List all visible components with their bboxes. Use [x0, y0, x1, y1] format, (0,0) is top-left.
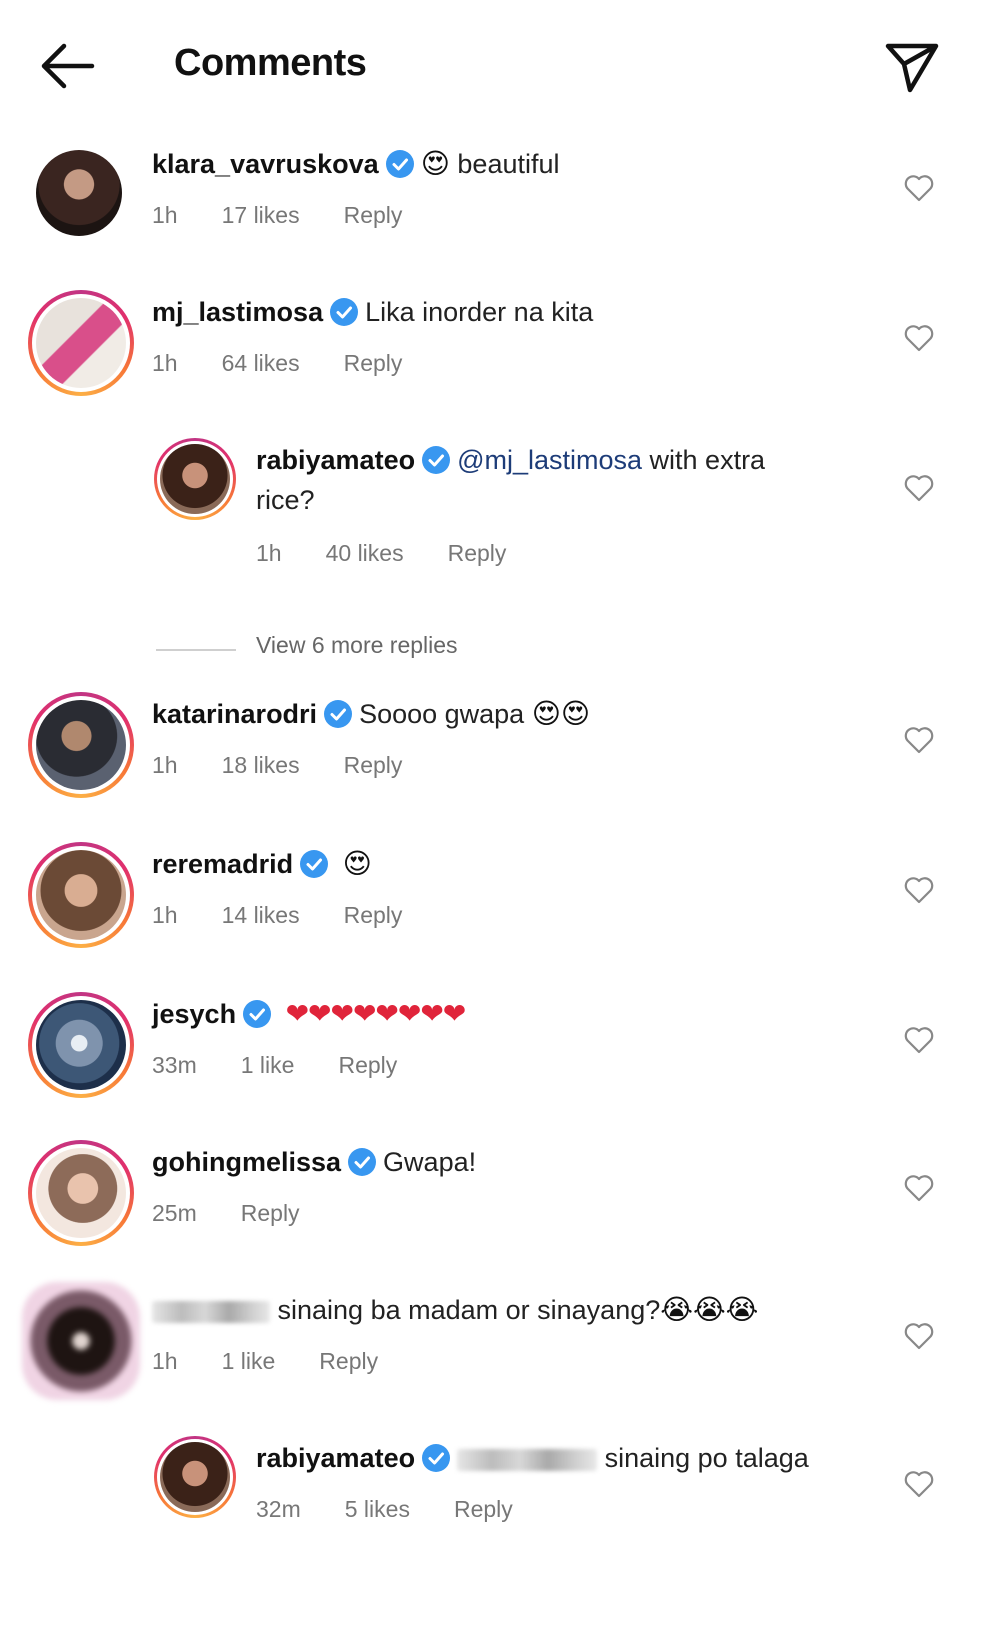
comment-username[interactable]: katarinarodri: [152, 699, 317, 729]
reply-button[interactable]: Reply: [319, 1348, 378, 1374]
view-more-replies-label: View 6 more replies: [256, 632, 458, 658]
mention-link[interactable]: @mj_lastimosa: [457, 445, 642, 475]
reply-button[interactable]: Reply: [344, 902, 403, 928]
comment-username[interactable]: gohingmelissa: [152, 1147, 341, 1177]
heart-icon[interactable]: [904, 174, 934, 202]
comment-text: sinaing po talaga: [604, 1443, 809, 1473]
page-title: Comments: [174, 42, 367, 84]
comment-text-continued: rice?: [256, 485, 315, 515]
comment-likes[interactable]: 64 likes: [222, 350, 300, 376]
comments-header: Comments: [0, 0, 1000, 130]
comment-text: with extra: [642, 445, 766, 475]
verified-badge-icon: [300, 850, 329, 878]
heart-icon[interactable]: [904, 1322, 934, 1350]
heart-icon[interactable]: [904, 324, 934, 352]
avatar-redacted[interactable]: [22, 1282, 140, 1400]
heart-eyes-emoji: 😍: [420, 148, 450, 179]
comment-likes[interactable]: 18 likes: [222, 752, 300, 778]
comment-text: sinaing ba madam or sinayang?: [277, 1295, 661, 1325]
comment-time: 1h: [152, 902, 178, 928]
avatar[interactable]: [36, 150, 122, 236]
redacted-mention: [457, 1448, 598, 1471]
comment-likes[interactable]: 5 likes: [345, 1496, 410, 1522]
avatar[interactable]: [28, 842, 134, 948]
reply-button[interactable]: Reply: [454, 1496, 513, 1522]
paper-plane-icon[interactable]: [880, 36, 942, 98]
reply-button[interactable]: Reply: [338, 1052, 397, 1078]
comment-likes[interactable]: 1 like: [222, 1348, 276, 1374]
heart-icon[interactable]: [904, 1470, 934, 1498]
red-hearts-emoji: ❤❤❤❤❤❤❤❤: [285, 998, 467, 1029]
verified-badge-icon: [422, 446, 451, 474]
comment-likes[interactable]: 17 likes: [222, 202, 300, 228]
verified-badge-icon: [348, 1148, 377, 1176]
comment-username[interactable]: jesych: [152, 999, 236, 1029]
reply-button[interactable]: Reply: [344, 202, 403, 228]
reply-button[interactable]: Reply: [241, 1200, 300, 1226]
avatar[interactable]: [28, 290, 134, 396]
avatar[interactable]: [28, 692, 134, 798]
comment-likes[interactable]: 14 likes: [222, 902, 300, 928]
heart-icon[interactable]: [904, 726, 934, 754]
verified-badge-icon: [324, 700, 353, 728]
heart-icon[interactable]: [904, 1174, 934, 1202]
avatar[interactable]: [154, 438, 236, 520]
heart-eyes-emoji: 😍😍: [531, 698, 591, 729]
crying-emoji: 😭😭😭: [660, 1294, 759, 1325]
comment-time: 1h: [152, 350, 178, 376]
divider-line: [156, 649, 236, 651]
reply-button[interactable]: Reply: [344, 752, 403, 778]
comment-time: 25m: [152, 1200, 197, 1226]
avatar[interactable]: [28, 1140, 134, 1246]
verified-badge-icon: [243, 1000, 272, 1028]
avatar[interactable]: [154, 1436, 236, 1518]
comment-username[interactable]: rabiyamateo: [256, 445, 415, 475]
reply-button[interactable]: Reply: [448, 540, 507, 566]
heart-icon[interactable]: [904, 876, 934, 904]
comment-username[interactable]: reremadrid: [152, 849, 293, 879]
comment-username[interactable]: rabiyamateo: [256, 1443, 415, 1473]
heart-icon[interactable]: [904, 1026, 934, 1054]
verified-badge-icon: [385, 150, 414, 178]
comment-time: 1h: [256, 540, 282, 566]
comment-time: 1h: [152, 1348, 178, 1374]
comment-text: Soooo gwapa: [359, 699, 525, 729]
comment-text: Gwapa!: [383, 1147, 477, 1177]
arrow-left-icon[interactable]: [36, 38, 98, 94]
comment-text: beautiful: [457, 149, 560, 179]
verified-badge-icon: [422, 1444, 451, 1472]
comment-username[interactable]: klara_vavruskova: [152, 149, 379, 179]
comment-time: 1h: [152, 752, 178, 778]
comment-likes[interactable]: 40 likes: [326, 540, 404, 566]
heart-icon[interactable]: [904, 474, 934, 502]
comment-time: 33m: [152, 1052, 197, 1078]
comment-time: 32m: [256, 1496, 301, 1522]
comment-likes[interactable]: 1 like: [241, 1052, 295, 1078]
comment-time: 1h: [152, 202, 178, 228]
heart-eyes-emoji: 😍: [342, 848, 372, 879]
verified-badge-icon: [330, 298, 359, 326]
redacted-username: [152, 1300, 270, 1323]
avatar[interactable]: [28, 992, 134, 1098]
comment-text: Lika inorder na kita: [365, 297, 594, 327]
comment-username[interactable]: mj_lastimosa: [152, 297, 323, 327]
reply-button[interactable]: Reply: [344, 350, 403, 376]
